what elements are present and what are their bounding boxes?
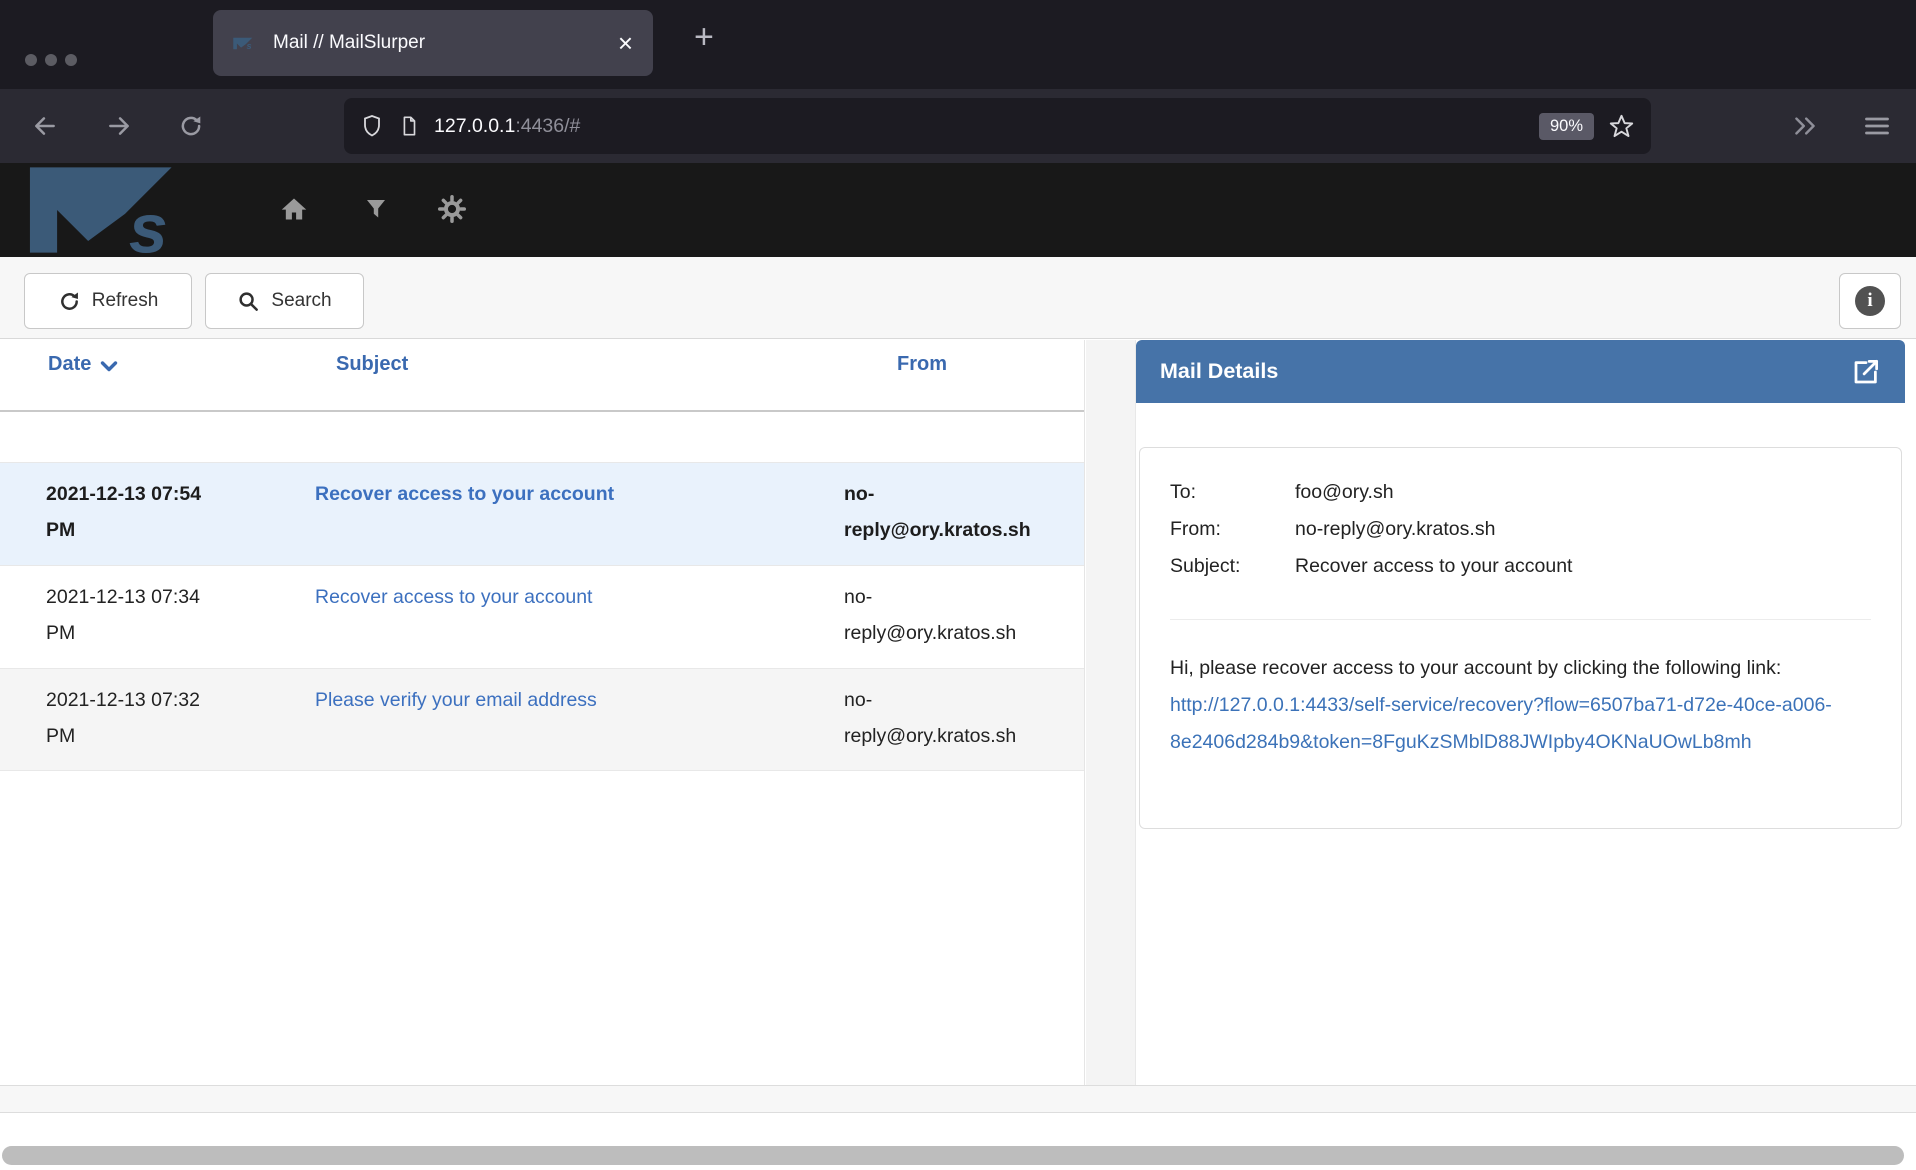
url-bar[interactable]: 127.0.0.1:4436/# 90% [344,98,1651,154]
bottom-strip [0,1085,1916,1113]
subject-value: Recover access to your account [1295,548,1572,585]
forward-icon[interactable] [102,109,136,143]
mail-subject-link[interactable]: Recover access to your account [315,483,614,505]
back-icon[interactable] [28,109,62,143]
mail-details-card: To: foo@ory.sh From: no-reply@ory.kratos… [1139,447,1902,829]
mail-details-title: Mail Details [1160,359,1851,384]
mail-from: no-reply@ory.kratos.sh [830,579,1084,654]
mail-date: 2021-12-13 07:34 PM [0,579,300,654]
mail-row[interactable]: 2021-12-13 07:54 PM Recover access to yo… [0,462,1084,565]
info-button[interactable]: i [1839,273,1901,329]
recovery-link[interactable]: http://127.0.0.1:4433/self-service/recov… [1170,694,1832,753]
main-content: Date Subject From 2021-12-13 07:54 PM Re… [0,340,1916,1085]
subject-label: Subject: [1170,548,1295,585]
page-info-icon[interactable] [398,114,420,138]
mail-row[interactable]: 2021-12-13 07:32 PM Please verify your e… [0,668,1084,771]
to-value: foo@ory.sh [1295,474,1394,511]
mail-body: Hi, please recover access to your accoun… [1170,650,1873,761]
column-header-subject: Subject [300,353,830,410]
info-icon: i [1855,286,1885,316]
new-tab-button[interactable]: + [694,18,714,57]
search-button[interactable]: Search [205,273,364,329]
column-header-date[interactable]: Date [0,353,300,410]
mail-list-header: Date Subject From [0,340,1084,412]
mail-details-panel: Mail Details To: foo@ory.sh From: no-rep… [1136,340,1905,1085]
settings-gear-icon[interactable] [437,194,467,224]
mail-subject-link[interactable]: Please verify your email address [315,689,597,711]
mail-details-header: Mail Details [1136,340,1905,403]
browser-tab[interactable]: s Mail // MailSlurper × [213,10,653,76]
mail-date: 2021-12-13 07:54 PM [0,476,300,551]
app-header: s [0,163,1916,257]
url-text: 127.0.0.1:4436/# [434,115,580,138]
horizontal-scrollbar-thumb[interactable] [2,1146,1904,1165]
browser-tab-bar: s Mail // MailSlurper × + [0,0,1916,89]
to-label: To: [1170,474,1295,511]
window-controls [25,54,77,66]
home-icon[interactable] [279,194,309,224]
details-divider [1170,619,1871,620]
search-icon [237,290,260,313]
svg-text:s: s [247,41,252,50]
panel-divider [1086,340,1136,1085]
sort-chevron-down-icon [100,353,118,373]
from-label: From: [1170,511,1295,548]
tab-favicon-mailslurper-icon: s [233,37,259,50]
mailslurper-logo: s [28,165,222,255]
mail-from: no-reply@ory.kratos.sh [830,476,1084,551]
mail-from: no-reply@ory.kratos.sh [830,682,1084,756]
tab-title: Mail // MailSlurper [273,32,604,54]
detail-field-from: From: no-reply@ory.kratos.sh [1170,511,1871,548]
zoom-level-badge[interactable]: 90% [1539,113,1594,140]
bookmark-star-icon[interactable] [1608,113,1635,140]
reload-icon[interactable] [174,109,208,143]
mail-row[interactable]: 2021-12-13 07:34 PM Recover access to yo… [0,565,1084,668]
svg-text:s: s [129,190,168,255]
mail-subject-link[interactable]: Recover access to your account [315,586,592,608]
detail-field-subject: Subject: Recover access to your account [1170,548,1871,585]
browser-navbar: 127.0.0.1:4436/# 90% [0,89,1916,163]
menu-hamburger-icon[interactable] [1860,109,1894,143]
shield-icon[interactable] [360,113,384,139]
open-external-icon[interactable] [1851,357,1881,387]
detail-field-to: To: foo@ory.sh [1170,474,1871,511]
overflow-chevrons-icon[interactable] [1788,109,1822,143]
from-value: no-reply@ory.kratos.sh [1295,511,1495,548]
mail-date: 2021-12-13 07:32 PM [0,682,300,756]
tab-close-icon[interactable]: × [618,30,633,56]
refresh-icon [58,290,81,313]
refresh-button[interactable]: Refresh [24,273,192,329]
mail-list-panel: Date Subject From 2021-12-13 07:54 PM Re… [0,340,1085,1085]
column-header-from: From [830,353,1084,410]
app-toolbar: Refresh Search i [0,257,1916,339]
filter-funnel-icon[interactable] [361,194,391,224]
